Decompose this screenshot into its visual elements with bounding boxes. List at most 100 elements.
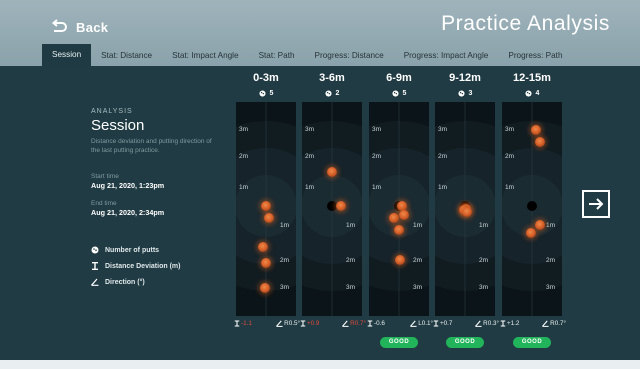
ring-label: 1m xyxy=(372,184,382,191)
ring-label: 3m xyxy=(413,284,423,291)
end-time-label: End time xyxy=(91,200,117,207)
putt-ball-marker xyxy=(336,201,346,211)
legend-distance: Distance Deviation (m) xyxy=(91,258,226,274)
putt-ball-marker xyxy=(534,220,545,231)
putt-ball-marker xyxy=(327,166,337,177)
putt-ball-marker xyxy=(525,227,536,238)
ring-label: 1m xyxy=(479,222,489,229)
range-column: 9-12m 3 3m 2m 1m 1m 2m 3m +0.7 R0.3° GOOD xyxy=(433,72,499,348)
ring-label: 3m xyxy=(305,126,315,133)
ring-label: 2m xyxy=(305,153,315,160)
distance-deviation-value: +0.7 xyxy=(440,320,453,327)
ring-label: 2m xyxy=(413,257,423,264)
ring-label: 2m xyxy=(346,257,356,264)
ring-label: 1m xyxy=(280,222,290,229)
ring-label: 2m xyxy=(505,153,515,160)
session-info: ANALYSIS Session Distance deviation and … xyxy=(91,108,226,290)
legend-distance-label: Distance Deviation (m) xyxy=(105,262,181,270)
putt-scatter-panel: 3m 2m 1m 1m 2m 3m xyxy=(502,102,562,316)
direction-angle-icon xyxy=(475,320,482,327)
page-title: Practice Analysis xyxy=(441,12,610,35)
direction-stat: R0.7° xyxy=(542,320,566,327)
putt-ball-marker xyxy=(534,136,545,147)
ring-label: 3m xyxy=(505,126,515,133)
putts-icon xyxy=(391,89,399,97)
legend-putts-label: Number of putts xyxy=(105,246,160,254)
putts-icon xyxy=(524,89,532,97)
tab-session[interactable]: Session xyxy=(42,44,92,66)
direction-value: R0.7° xyxy=(550,320,566,327)
column-stats: +0.7 R0.3° xyxy=(433,320,499,327)
tab-stat-impact-angle[interactable]: Stat: Impact Angle xyxy=(162,46,248,66)
legend-putts: Number of putts xyxy=(91,242,226,258)
putt-count-value: 4 xyxy=(535,89,540,97)
ring-label: 3m xyxy=(372,126,382,133)
putt-ball-marker xyxy=(462,206,473,217)
distance-deviation-icon xyxy=(367,320,373,327)
ring-label: 1m xyxy=(546,222,556,229)
range-label: 0-3m xyxy=(253,72,279,84)
ring-label: 1m xyxy=(346,222,356,229)
direction-angle-icon xyxy=(410,320,417,327)
ring-label: 3m xyxy=(546,284,556,291)
putt-ball-marker xyxy=(264,212,274,223)
distance-stat: -0.6 xyxy=(367,320,385,327)
good-badge: GOOD xyxy=(380,337,418,348)
back-button[interactable]: Back xyxy=(50,17,108,37)
column-stats: -0.6 L0.1° xyxy=(367,320,433,327)
direction-stat: L0.1° xyxy=(410,320,433,327)
back-label: Back xyxy=(76,19,109,35)
putt-count-value: 5 xyxy=(269,89,274,97)
direction-stat: R0.3° xyxy=(475,320,499,327)
ring-label: 2m xyxy=(479,257,489,264)
putt-ball-marker xyxy=(259,282,270,293)
distance-deviation-icon xyxy=(500,320,506,327)
putt-scatter-panel: 3m 2m 1m 1m 2m 3m xyxy=(236,102,296,316)
putt-count: 5 xyxy=(236,87,296,99)
putt-ball-marker xyxy=(261,257,271,268)
putts-icon xyxy=(258,89,266,97)
tab-stat-path[interactable]: Stat: Path xyxy=(249,46,305,66)
tab-bar: Session Stat: Distance Stat: Impact Angl… xyxy=(0,44,640,66)
start-time-value: Aug 21, 2020, 1:23pm xyxy=(91,181,165,190)
putts-icon xyxy=(457,89,465,97)
putt-ball-marker xyxy=(398,209,409,220)
ring-label: 1m xyxy=(239,184,249,191)
distance-stat: +0.9 xyxy=(300,320,319,327)
top-bar: Back Practice Analysis Session Stat: Dis… xyxy=(0,0,640,66)
putt-count-value: 3 xyxy=(468,89,473,97)
distance-deviation-value: +1.2 xyxy=(507,320,520,327)
next-button[interactable] xyxy=(582,190,610,218)
legend: Number of putts Distance Deviation (m) D… xyxy=(91,242,226,290)
tab-stat-distance[interactable]: Stat: Distance xyxy=(91,46,162,66)
good-badge: GOOD xyxy=(446,337,484,348)
distance-stat: +0.7 xyxy=(433,320,452,327)
legend-direction: Direction (°) xyxy=(91,274,226,290)
range-column: 0-3m 5 3m 2m 1m 1m 2m 3m -1.1 R0.5° xyxy=(234,72,300,327)
ring-label: 1m xyxy=(413,222,423,229)
range-label: 6-9m xyxy=(386,72,412,84)
range-label: 12-15m xyxy=(513,72,551,84)
end-time-value: Aug 21, 2020, 2:34pm xyxy=(91,208,165,217)
putt-scatter-panel: 3m 2m 1m 1m 2m 3m xyxy=(302,102,362,316)
putt-count-value: 5 xyxy=(402,89,407,97)
tab-progress-path[interactable]: Progress: Path xyxy=(498,46,572,66)
putt-count: 4 xyxy=(502,87,562,99)
distance-deviation-value: -1.1 xyxy=(241,320,252,327)
ring-label: 3m xyxy=(346,284,356,291)
section-label: ANALYSIS xyxy=(91,108,133,115)
direction-stat: R0.5° xyxy=(276,320,300,327)
putt-count: 5 xyxy=(369,87,429,99)
direction-value: L0.1° xyxy=(418,320,433,327)
direction-angle-icon xyxy=(542,320,549,327)
distance-deviation-icon xyxy=(433,320,439,327)
back-arrow-icon xyxy=(51,19,67,32)
tab-progress-impact-angle[interactable]: Progress: Impact Angle xyxy=(394,46,499,66)
distance-deviation-icon xyxy=(300,320,306,327)
column-stats: -1.1 R0.5° xyxy=(234,320,300,327)
direction-value: R0.7° xyxy=(350,320,366,327)
tab-progress-distance[interactable]: Progress: Distance xyxy=(305,46,394,66)
session-description: Distance deviation and putting direction… xyxy=(91,138,212,154)
start-time-label: Start time xyxy=(91,173,119,180)
distance-stat: +1.2 xyxy=(500,320,519,327)
